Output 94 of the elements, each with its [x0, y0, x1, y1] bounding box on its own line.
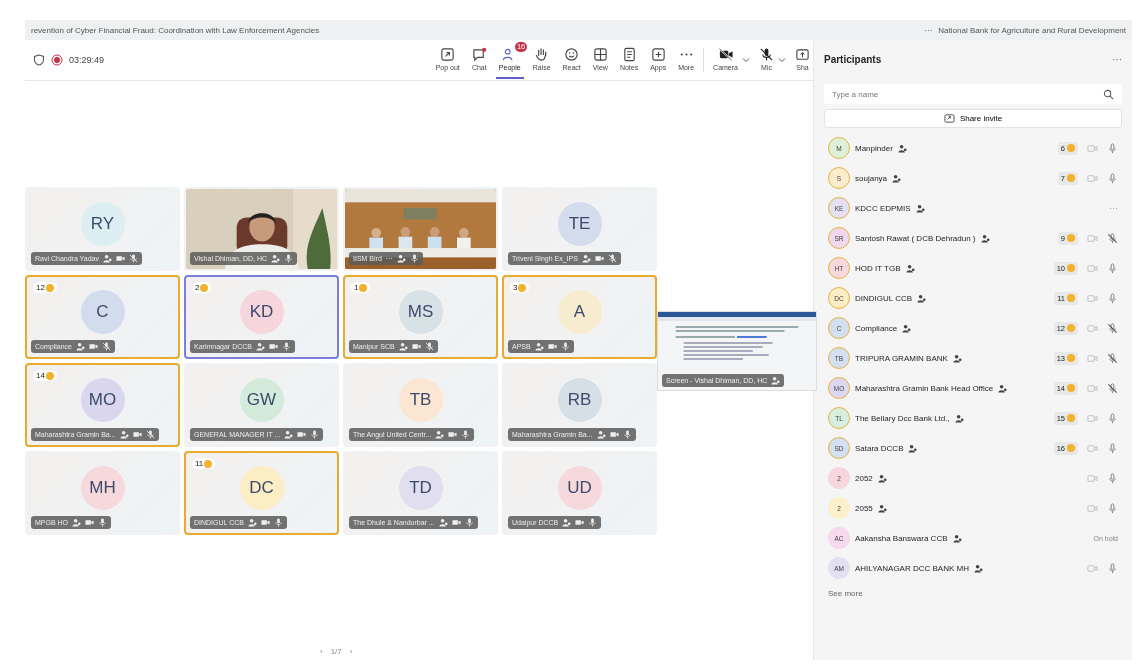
avatar-initials: MH [80, 466, 125, 510]
pop-out-icon [440, 47, 456, 62]
person-icon [72, 518, 82, 527]
caret-icon[interactable] [742, 56, 750, 64]
avatar-initials: DC [239, 466, 284, 510]
avatar-initials: A [557, 290, 602, 334]
previous-page-button[interactable]: ‹ [320, 647, 323, 656]
participant-name: 2055 [855, 503, 873, 513]
raised-hand-badge: 14 [33, 370, 57, 381]
person-icon [877, 473, 887, 483]
share-invite-button[interactable]: Share invite [824, 109, 1122, 128]
person-icon [562, 518, 572, 527]
person-icon [596, 430, 606, 439]
person-icon [247, 518, 257, 527]
avatar-initials: RY [80, 202, 125, 246]
participant-name: Aakansha Banswara CCB [855, 533, 948, 543]
participant-name: KDCC EDPMIS [855, 203, 911, 213]
person-icon [396, 254, 406, 263]
person-icon [435, 430, 445, 439]
organization-name: National Bank for Agriculture and Rural Development [938, 25, 1126, 35]
person-icon [902, 323, 912, 333]
status-text: ··· [1109, 203, 1118, 213]
share-icon [795, 47, 810, 62]
share-icon [943, 113, 955, 124]
participant-name: The Bellary Dcc Bank Ltd., [855, 413, 950, 423]
person-icon [998, 383, 1008, 393]
person-icon [897, 143, 907, 153]
participant-name: Satara DCCB [855, 443, 904, 453]
participant-name: DINDIGUL CCB [855, 293, 913, 303]
raised-hand-badge: 12 [33, 282, 57, 293]
next-page-button[interactable]: › [349, 647, 353, 656]
person-icon [915, 203, 925, 213]
smiley-icon [564, 47, 580, 62]
participant-name: Manpinder [855, 143, 893, 153]
page-indicator: 1/7 [330, 647, 342, 656]
participant-name: 2052 [855, 473, 873, 483]
avatar-initials: TB [398, 378, 443, 422]
meeting-title: revention of Cyber Financial Fraud: Coordination with Law Enforcement Agencies [31, 25, 321, 35]
more-button[interactable]: ··· [1112, 53, 1122, 65]
meeting-timer: 03:29:49 [69, 55, 105, 65]
person-icon [905, 263, 915, 273]
person-icon [973, 563, 983, 573]
see-more-link[interactable]: See more [824, 583, 1122, 604]
chat-icon [471, 47, 487, 62]
person-icon [908, 443, 918, 453]
person-icon [271, 254, 280, 263]
participant-name: soujanya [855, 173, 888, 183]
mic-muted-icon [759, 47, 774, 62]
raised-hand-badge: 1 [351, 282, 371, 293]
participant-name: AHILYANAGAR DCC BANK MH [855, 563, 969, 573]
person-icon [917, 293, 927, 303]
caret-icon[interactable] [778, 56, 786, 64]
avatar-initials: GW [239, 378, 284, 422]
panel-title: Participants [824, 53, 882, 65]
notes-icon [621, 47, 637, 62]
person-icon [534, 342, 544, 351]
raised-hand-badge: 11 [192, 458, 216, 469]
person-icon [980, 233, 990, 243]
avatar-initials: RB [557, 378, 602, 422]
shield-icon [33, 54, 45, 66]
participant-name: TRIPURA GRAMIN BANK [855, 353, 948, 363]
participant-name: HOD IT TGB [855, 263, 901, 273]
person-icon [119, 430, 129, 439]
recording-icon [51, 54, 63, 66]
person-icon [954, 413, 964, 423]
search-field[interactable]: Type a name [824, 84, 1122, 104]
participant-name: Maharashtra Gramin Bank Head Office [855, 383, 994, 393]
avatar-initials: MS [398, 290, 443, 334]
person-icon [892, 173, 902, 183]
person-icon [398, 342, 408, 351]
person-icon [438, 518, 448, 527]
person-icon [581, 254, 591, 263]
avatar-initials: MO [80, 378, 125, 422]
avatar-initials: KD [239, 290, 284, 334]
participant-name: Santosh Rawat ( DCB Dehradun ) [855, 233, 976, 243]
person-icon [952, 533, 962, 543]
person-icon [284, 430, 294, 439]
avatar-initials: TE [557, 202, 602, 246]
person-icon [75, 342, 85, 351]
person-icon [255, 342, 265, 351]
search-icon [1103, 88, 1114, 100]
avatar-initials: C [80, 290, 125, 334]
person-icon [877, 503, 887, 513]
avatar-initials: TD [398, 466, 443, 510]
person-icon [102, 254, 112, 263]
plus-icon [650, 47, 666, 62]
person-icon [952, 353, 962, 363]
grid-icon [592, 47, 608, 62]
participant-name: Compliance [855, 323, 898, 333]
raised-hand-badge: 2 [192, 282, 212, 293]
person-icon [771, 375, 781, 385]
avatar-initials: UD [557, 466, 602, 510]
raised-hand-badge: 3 [510, 282, 530, 293]
more-text: ··· [924, 25, 933, 35]
